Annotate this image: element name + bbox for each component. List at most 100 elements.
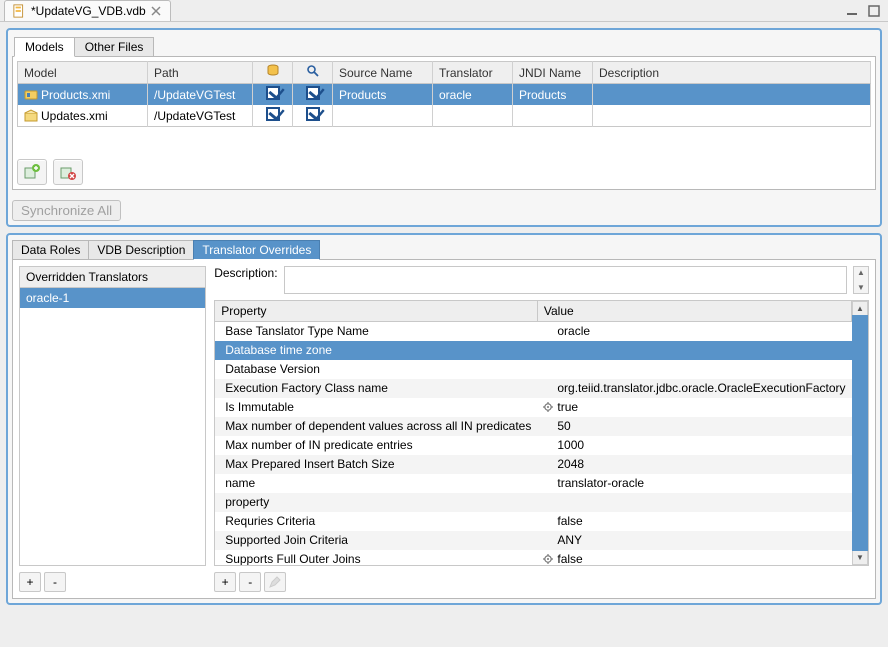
list-item[interactable]: oracle-1	[20, 288, 205, 308]
translator-cell	[433, 105, 513, 127]
tab-translator-overrides-label: Translator Overrides	[202, 243, 311, 257]
description-input[interactable]	[284, 266, 847, 294]
scroll-up-icon[interactable]: ▲	[852, 301, 868, 315]
table-row[interactable]: Database Version	[215, 360, 851, 379]
translator-cell: oracle	[433, 84, 513, 106]
models-table[interactable]: Model Path Source Name Translator	[17, 61, 871, 127]
col-flag2[interactable]	[293, 62, 333, 84]
property-value-cell[interactable]: false	[537, 512, 851, 531]
properties-scrollbar[interactable]: ▲ ▼	[852, 301, 868, 565]
description-cell	[593, 105, 871, 127]
edit-property-button	[264, 572, 286, 592]
property-value-cell[interactable]: 1000	[537, 436, 851, 455]
checkbox-flag2[interactable]	[306, 107, 320, 121]
gear-icon	[543, 401, 553, 411]
table-row[interactable]: Execution Factory Class nameorg.teiid.tr…	[215, 379, 851, 398]
table-row[interactable]: Max Prepared Insert Batch Size2048	[215, 455, 851, 474]
col-model[interactable]: Model	[18, 62, 148, 84]
table-row[interactable]: Updates.xmi/UpdateVGTest	[18, 105, 871, 127]
property-name-cell: Max number of IN predicate entries	[215, 436, 537, 455]
vdb-file-icon	[13, 4, 27, 18]
model-path-cell: /UpdateVGTest	[148, 84, 253, 106]
scroll-down-icon[interactable]: ▼	[852, 551, 868, 565]
property-value-cell[interactable]: 2048	[537, 455, 851, 474]
remove-property-button[interactable]: -	[239, 572, 261, 592]
editor-title-bar: *UpdateVG_VDB.vdb	[0, 0, 888, 22]
table-row[interactable]: Database time zone	[215, 341, 851, 360]
col-path[interactable]: Path	[148, 62, 253, 84]
minimize-icon[interactable]	[844, 3, 860, 19]
table-row[interactable]: Supports Full Outer Joinsfalse	[215, 550, 851, 567]
property-value-cell[interactable]: oracle	[537, 322, 851, 341]
add-model-button[interactable]	[17, 159, 47, 185]
table-row[interactable]: Max number of dependent values across al…	[215, 417, 851, 436]
models-toolbar	[17, 159, 871, 185]
col-property[interactable]: Property	[215, 301, 537, 322]
tab-vdb-description-label: VDB Description	[97, 243, 185, 257]
translator-detail-column: Description: ▲▼ Property Value Base Tans…	[214, 266, 869, 592]
tab-vdb-description[interactable]: VDB Description	[88, 240, 194, 260]
remove-translator-button[interactable]: -	[44, 572, 66, 592]
property-value-cell[interactable]	[537, 493, 851, 512]
col-description[interactable]: Description	[593, 62, 871, 84]
table-row[interactable]: Base Tanslator Type Nameoracle	[215, 322, 851, 341]
overridden-translators-list[interactable]: oracle-1	[19, 288, 206, 566]
description-label: Description:	[214, 266, 277, 280]
db-cylinder-icon	[266, 64, 280, 78]
maximize-icon[interactable]	[866, 3, 882, 19]
tab-other-files[interactable]: Other Files	[74, 37, 155, 57]
tab-translator-overrides[interactable]: Translator Overrides	[193, 240, 320, 260]
translator-overrides-panel: Data Roles VDB Description Translator Ov…	[6, 233, 882, 605]
model-path-cell: /UpdateVGTest	[148, 105, 253, 127]
property-name-cell: Max number of dependent values across al…	[215, 417, 537, 436]
table-row[interactable]: Products.xmi/UpdateVGTestProductsoracleP…	[18, 84, 871, 106]
overridden-translators-header: Overridden Translators	[19, 266, 206, 288]
property-name-cell: Supported Join Criteria	[215, 531, 537, 550]
property-value-cell[interactable]	[537, 341, 851, 360]
table-row[interactable]: property	[215, 493, 851, 512]
add-property-button[interactable]: +	[214, 572, 236, 592]
table-row[interactable]: Is Immutabletrue	[215, 398, 851, 417]
property-name-cell: property	[215, 493, 537, 512]
col-flag1[interactable]	[253, 62, 293, 84]
col-source-name[interactable]: Source Name	[333, 62, 433, 84]
property-value-cell[interactable]: org.teiid.translator.jdbc.oracle.OracleE…	[537, 379, 851, 398]
editor-file-tab-label: *UpdateVG_VDB.vdb	[31, 4, 146, 18]
models-panel: Models Other Files Model Path	[6, 28, 882, 227]
editor-file-tab[interactable]: *UpdateVG_VDB.vdb	[4, 0, 171, 21]
tab-other-files-label: Other Files	[85, 40, 144, 54]
table-row[interactable]: nametranslator-oracle	[215, 474, 851, 493]
property-value-cell[interactable]: ANY	[537, 531, 851, 550]
bottom-tabs: Data Roles VDB Description Translator Ov…	[12, 239, 876, 259]
properties-table[interactable]: Property Value Base Tanslator Type Nameo…	[215, 301, 852, 566]
checkbox-flag1[interactable]	[266, 86, 280, 100]
remove-model-button[interactable]	[53, 159, 83, 185]
property-value-cell[interactable]: true	[537, 398, 851, 417]
source-name-cell	[333, 105, 433, 127]
source-name-cell: Products	[333, 84, 433, 106]
jndi-name-cell: Products	[513, 84, 593, 106]
overridden-translators-column: Overridden Translators oracle-1 + -	[19, 266, 206, 592]
close-icon[interactable]	[150, 5, 162, 17]
tab-data-roles[interactable]: Data Roles	[12, 240, 89, 260]
description-scrollbar[interactable]: ▲▼	[853, 266, 869, 294]
checkbox-flag2[interactable]	[306, 86, 320, 100]
checkbox-flag1[interactable]	[266, 107, 280, 121]
add-translator-button[interactable]: +	[19, 572, 41, 592]
property-name-cell: Base Tanslator Type Name	[215, 322, 537, 341]
table-row[interactable]: Requries Criteriafalse	[215, 512, 851, 531]
model-name-cell: Updates.xmi	[41, 109, 108, 123]
tab-models[interactable]: Models	[14, 37, 75, 57]
top-tabs: Models Other Files	[14, 36, 876, 56]
property-value-cell[interactable]: translator-oracle	[537, 474, 851, 493]
col-value[interactable]: Value	[537, 301, 851, 322]
properties-table-wrap: Property Value Base Tanslator Type Nameo…	[214, 300, 869, 566]
col-jndi-name[interactable]: JNDI Name	[513, 62, 593, 84]
property-value-cell[interactable]: false	[537, 550, 851, 567]
property-value-cell[interactable]	[537, 360, 851, 379]
table-row[interactable]: Max number of IN predicate entries1000	[215, 436, 851, 455]
property-name-cell: Database Version	[215, 360, 537, 379]
property-value-cell[interactable]: 50	[537, 417, 851, 436]
table-row[interactable]: Supported Join CriteriaANY	[215, 531, 851, 550]
col-translator[interactable]: Translator	[433, 62, 513, 84]
